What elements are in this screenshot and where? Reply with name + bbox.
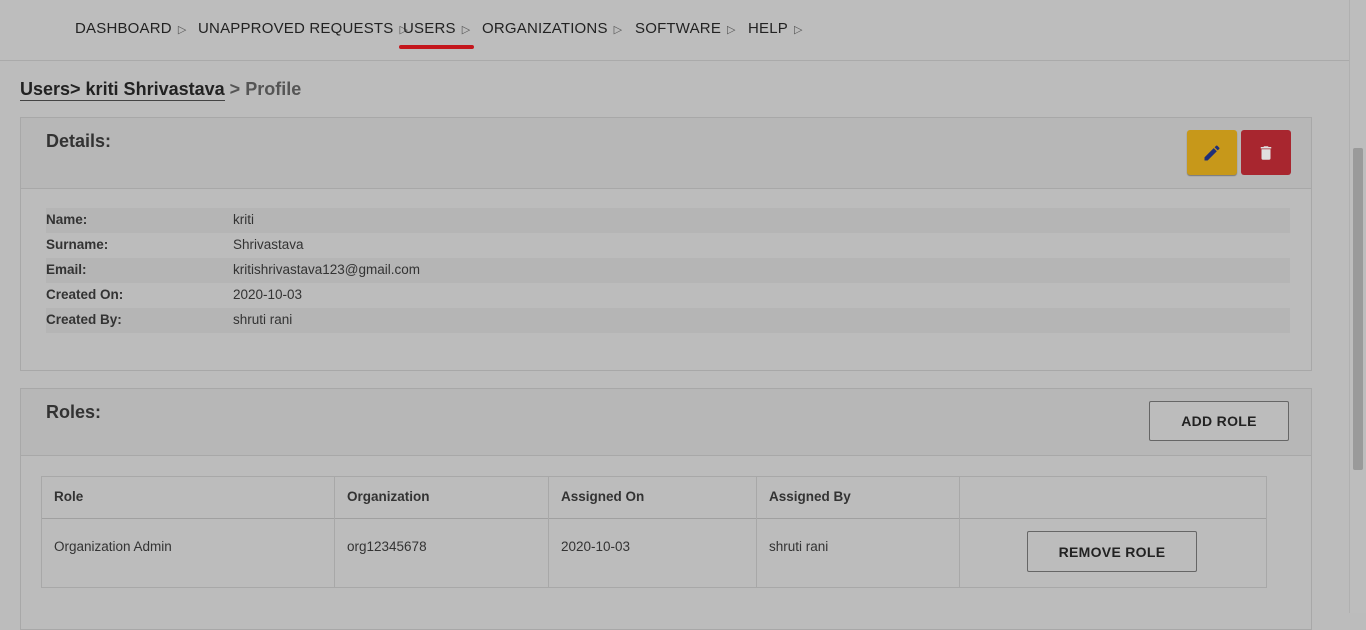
triangle-right-icon: ▷ (461, 24, 471, 36)
nav-label: ORGANIZATIONS (482, 20, 608, 37)
details-header: Details: (21, 118, 1311, 189)
nav-software[interactable]: SOFTWARE ▷ (635, 20, 736, 37)
column-header-role: Role (54, 489, 84, 504)
trash-icon (1260, 145, 1272, 160)
nav-users[interactable]: USERS ▷ (398, 20, 475, 49)
detail-row-created-by: Created By: shruti rani (46, 308, 1290, 333)
triangle-right-icon: ▷ (794, 24, 803, 36)
triangle-right-icon: ▷ (177, 24, 187, 36)
cell-role: Organization Admin (54, 539, 172, 554)
nav-help[interactable]: HELP ▷ (748, 20, 803, 37)
detail-row-created-on: Created On: 2020-10-03 (46, 283, 1290, 308)
detail-row-name: Name: kriti (46, 208, 1290, 233)
nav-label: DASHBOARD (75, 20, 172, 37)
detail-row-surname: Surname: Shrivastava (46, 233, 1290, 258)
detail-row-email: Email: kritishrivastava123@gmail.com (46, 258, 1290, 283)
edit-button[interactable] (1187, 130, 1237, 175)
breadcrumb-current: Profile (245, 79, 302, 99)
detail-label: Name: (46, 212, 88, 227)
column-header-assigned-on: Assigned On (561, 489, 645, 504)
triangle-right-icon: ▷ (613, 24, 623, 36)
detail-label: Surname: (46, 237, 109, 252)
pencil-icon (1204, 144, 1220, 160)
cell-organization: org12345678 (347, 539, 427, 554)
details-title: Details: (46, 131, 112, 151)
roles-title: Roles: (46, 402, 102, 422)
roles-header: Roles: ADD ROLE (21, 389, 1311, 456)
cell-assigned-on: 2020-10-03 (561, 539, 631, 554)
delete-button[interactable] (1241, 130, 1291, 175)
detail-value: kritishrivastava123@gmail.com (233, 262, 421, 277)
scrollbar-thumb[interactable] (1353, 148, 1363, 470)
breadcrumb: Users> kriti Shrivastava > Profile (20, 79, 302, 101)
triangle-right-icon: ▷ (727, 24, 736, 36)
table-header-divider (42, 518, 1266, 519)
breadcrumb-separator: > (229, 79, 241, 99)
remove-role-button[interactable]: REMOVE ROLE (1027, 531, 1197, 572)
details-panel: Details: Name: kriti Surname: Shrivastav… (20, 117, 1312, 371)
page-scrollbar[interactable] (1349, 0, 1366, 613)
detail-value: kriti (233, 212, 254, 227)
detail-label: Created By: (46, 312, 122, 327)
top-nav: DASHBOARD ▷ UNAPPROVED REQUESTS ▷ USERS ▷ O… (0, 0, 1350, 61)
nav-label: HELP (748, 20, 788, 37)
nav-unapproved-requests[interactable]: UNAPPROVED REQUESTS ▷ (198, 20, 408, 37)
cell-assigned-by: shruti rani (769, 539, 829, 554)
nav-label: SOFTWARE (635, 20, 722, 37)
nav-label: USERS (403, 20, 456, 37)
column-divider (959, 477, 960, 587)
add-role-button[interactable]: ADD ROLE (1149, 401, 1289, 441)
detail-label: Email: (46, 262, 87, 277)
detail-value: Shrivastava (233, 237, 304, 252)
nav-organizations[interactable]: ORGANIZATIONS ▷ (482, 20, 622, 37)
detail-label: Created On: (46, 287, 124, 302)
detail-value: 2020-10-03 (233, 287, 303, 302)
roles-panel: Roles: ADD ROLE Role Organization Assign… (20, 388, 1312, 630)
nav-dashboard[interactable]: DASHBOARD ▷ (75, 20, 187, 37)
nav-label: UNAPPROVED REQUESTS (198, 20, 394, 37)
column-divider (334, 477, 335, 587)
detail-value: shruti rani (233, 312, 293, 327)
column-divider (548, 477, 549, 587)
roles-table: Role Organization Assigned On Assigned B… (41, 476, 1267, 588)
breadcrumb-user-link[interactable]: Users> kriti Shrivastava (20, 79, 225, 101)
column-header-organization: Organization (347, 489, 430, 504)
column-header-assigned-by: Assigned By (769, 489, 851, 504)
column-divider (756, 477, 757, 587)
